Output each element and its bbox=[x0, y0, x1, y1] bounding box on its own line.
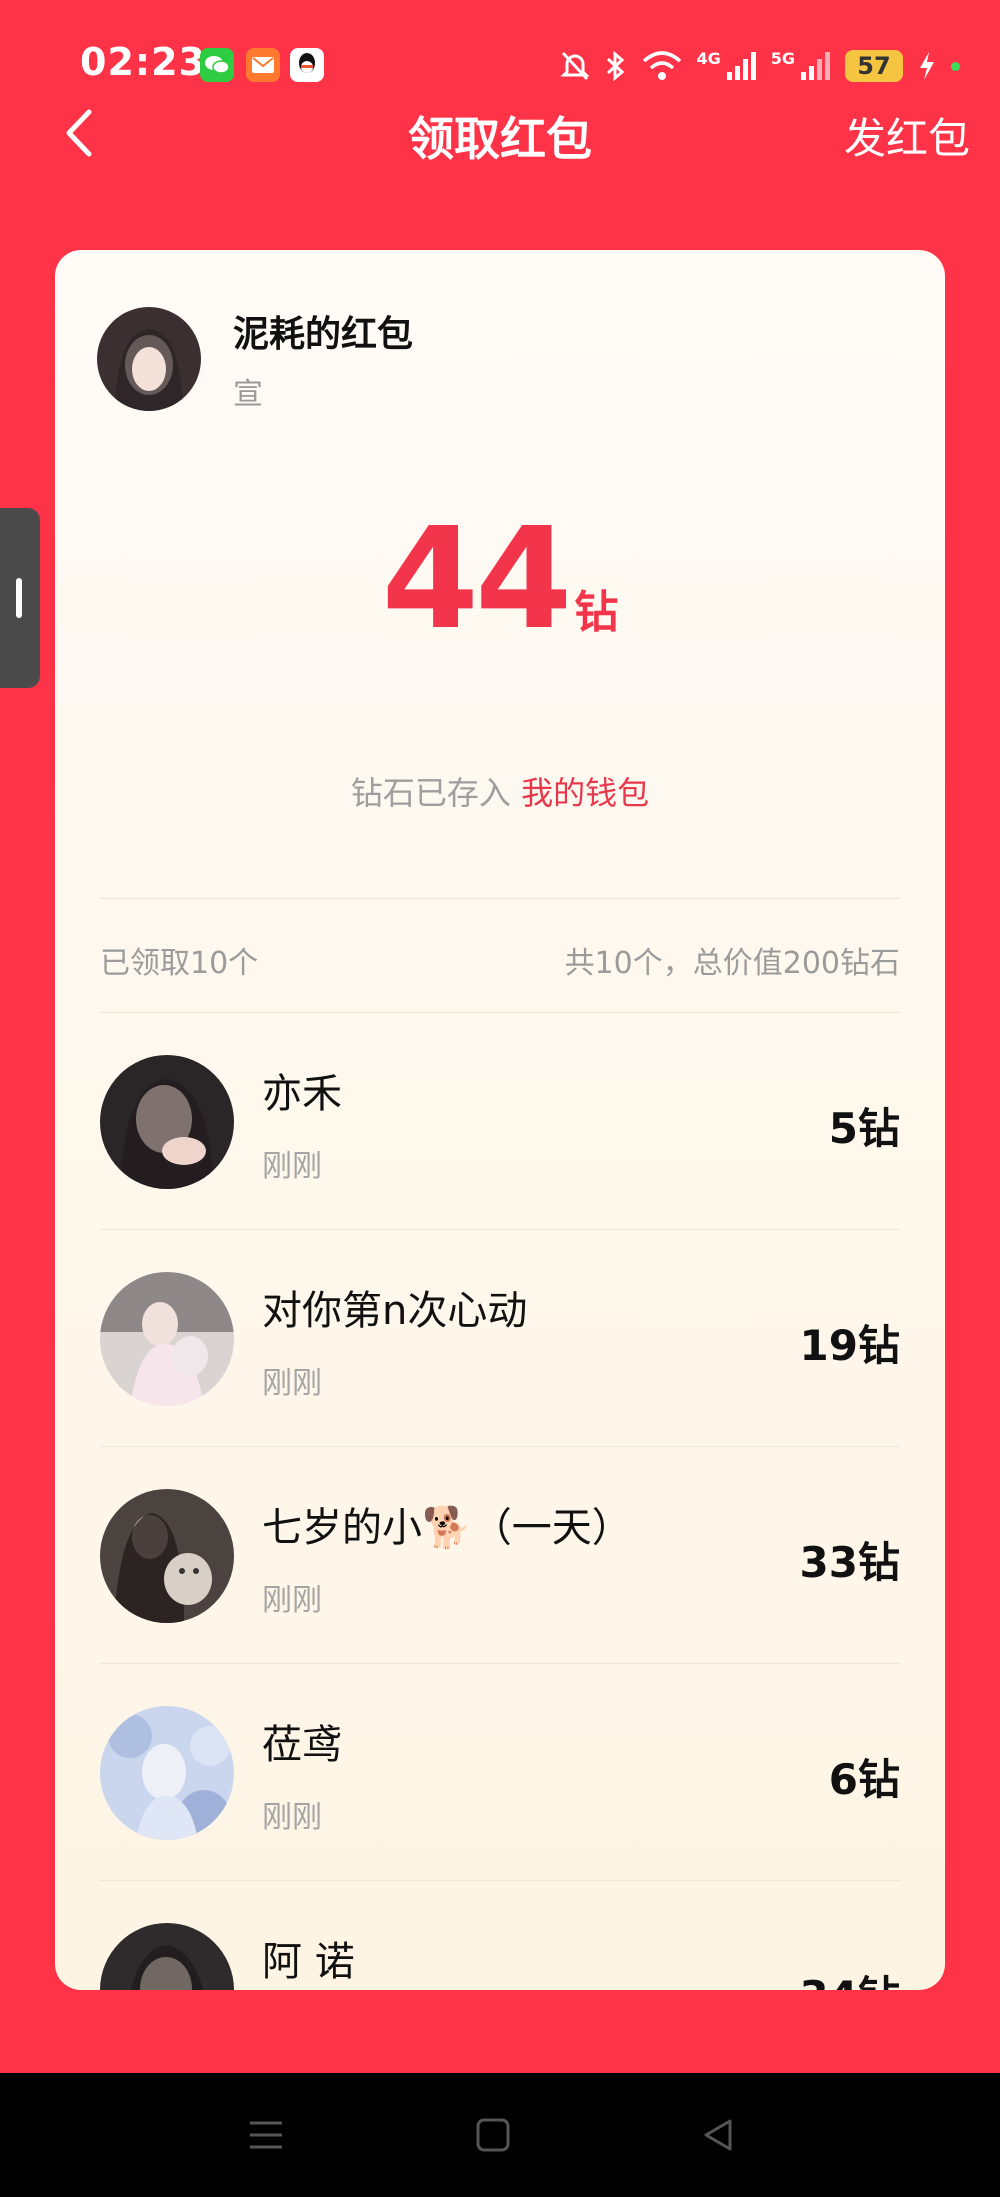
wifi-icon bbox=[643, 51, 682, 80]
sender-avatar[interactable] bbox=[97, 307, 201, 411]
mail-app-icon bbox=[246, 48, 280, 82]
recipient-avatar[interactable] bbox=[100, 1055, 234, 1189]
list-item[interactable]: 对你第n次心动 刚刚 19钻 bbox=[100, 1230, 900, 1447]
triangle-back-icon bbox=[704, 2119, 732, 2151]
my-wallet-link[interactable]: 我的钱包 bbox=[521, 774, 649, 812]
bluetooth-icon bbox=[607, 50, 625, 82]
signal-icon-2 bbox=[801, 52, 830, 80]
list-item[interactable]: 亦禾 刚刚 5钻 bbox=[100, 1013, 900, 1230]
home-button[interactable] bbox=[463, 2105, 523, 2165]
red-packet-card: 泥耗的红包 宣 44 钻 钻石已存入 我的钱包 已领取10个 共10个，总价值20… bbox=[55, 250, 945, 1990]
grip-bar bbox=[16, 578, 22, 618]
recipient-amount: 6钻 bbox=[828, 1755, 900, 1804]
charging-icon bbox=[920, 52, 934, 80]
list-item[interactable]: 七岁的小🐕（一天） 刚刚 33钻 bbox=[100, 1447, 900, 1664]
battery-icon: 57 bbox=[845, 50, 903, 82]
summary-row: 已领取10个 共10个，总价值200钻石 bbox=[100, 938, 900, 982]
system-back-button[interactable] bbox=[688, 2105, 748, 2165]
recipient-avatar[interactable] bbox=[100, 1272, 234, 1406]
wallet-note: 钻石已存入 我的钱包 bbox=[55, 768, 945, 814]
side-panel-handle[interactable] bbox=[0, 508, 40, 688]
network-type-a: 4G bbox=[696, 48, 721, 68]
system-navigation-bar bbox=[0, 2073, 1000, 2197]
received-count: 已领取10个 bbox=[100, 946, 259, 981]
home-square-icon bbox=[476, 2118, 510, 2152]
recipient-time: 刚刚 bbox=[262, 1583, 322, 1618]
recipient-avatar[interactable] bbox=[100, 1923, 234, 1990]
recipient-time: 刚刚 bbox=[262, 1149, 322, 1184]
list-item[interactable]: 莅鸢 刚刚 6钻 bbox=[100, 1664, 900, 1881]
wallet-note-text: 钻石已存入 bbox=[350, 774, 511, 812]
send-red-packet-button[interactable]: 发红包 bbox=[844, 105, 970, 166]
privacy-indicator bbox=[951, 61, 960, 71]
list-item[interactable]: 阿 诺 刚刚 34钻 bbox=[100, 1881, 900, 1990]
recipient-name: 阿 诺 bbox=[262, 1939, 355, 1985]
mute-icon bbox=[560, 51, 591, 81]
top-header: 领取红包 发红包 bbox=[0, 95, 1000, 175]
recent-apps-button[interactable] bbox=[236, 2105, 296, 2165]
recipient-time: 刚刚 bbox=[262, 1800, 322, 1835]
recipient-amount: 19钻 bbox=[799, 1321, 900, 1370]
recipient-amount: 5钻 bbox=[828, 1104, 900, 1153]
status-bar: 02:23 4G 5G 57 bbox=[0, 0, 1000, 110]
recipient-time: 刚刚 bbox=[262, 1366, 322, 1401]
recipient-name: 对你第n次心动 bbox=[262, 1288, 528, 1334]
sender-info: 泥耗的红包 宣 bbox=[97, 305, 413, 413]
recipient-avatar[interactable] bbox=[100, 1706, 234, 1840]
recipient-list: 亦禾 刚刚 5钻 对你第n次心动 刚刚 19钻 七岁的小🐕（一天） 刚刚 33钻… bbox=[100, 1013, 900, 1990]
signal-icon bbox=[726, 52, 756, 80]
sender-name: 泥耗的红包 bbox=[233, 314, 414, 355]
amount-unit: 钻 bbox=[574, 587, 619, 638]
recipient-amount: 33钻 bbox=[799, 1538, 900, 1587]
recipient-avatar[interactable] bbox=[100, 1489, 234, 1623]
amount-value: 44 bbox=[381, 498, 573, 661]
qq-icon bbox=[290, 48, 324, 82]
network-type-b: 5G bbox=[770, 48, 795, 68]
recipient-name: 亦禾 bbox=[262, 1071, 342, 1117]
wechat-icon bbox=[200, 48, 234, 82]
status-time: 02:23 bbox=[80, 40, 206, 84]
recipient-name: 七岁的小🐕（一天） bbox=[262, 1505, 632, 1551]
divider bbox=[100, 898, 900, 899]
total-value: 共10个，总价值200钻石 bbox=[564, 946, 900, 981]
sender-wish: 宣 bbox=[233, 377, 263, 412]
recipient-amount: 34钻 bbox=[800, 1963, 900, 1990]
received-amount: 44 钻 bbox=[55, 510, 945, 650]
recipient-name: 莅鸢 bbox=[262, 1722, 342, 1768]
status-indicators: 4G 5G 57 bbox=[560, 46, 960, 86]
menu-icon bbox=[250, 2121, 282, 2149]
